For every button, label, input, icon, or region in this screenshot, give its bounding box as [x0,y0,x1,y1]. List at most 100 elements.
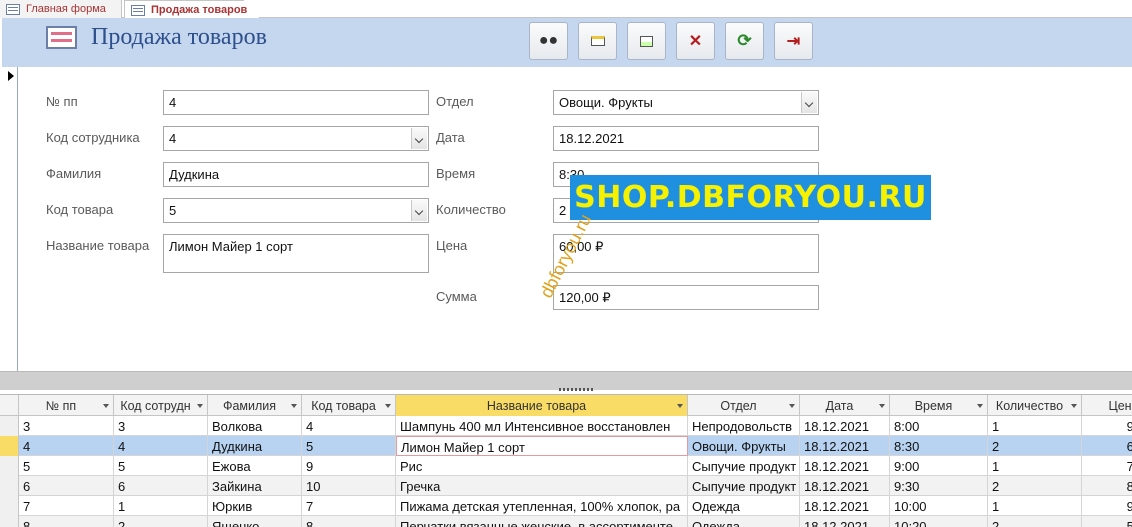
table-row[interactable]: 6 6 Зайкина 10 Гречка Сыпучие продукт 18.12.20… [0,476,1132,496]
table-cell[interactable]: 10:20 [890,516,988,527]
table-cell[interactable]: Дудкина [208,436,302,456]
table-cell[interactable]: Рис [396,456,688,476]
column-header[interactable]: Цена [1082,395,1132,416]
sort-arrow-icon[interactable] [197,404,203,408]
table-cell[interactable]: 1 [988,416,1082,436]
column-header[interactable]: Дата [800,395,890,416]
table-cell[interactable]: 2 [988,516,1082,527]
table-cell[interactable]: 6 [114,476,208,496]
sort-arrow-icon[interactable] [789,404,795,408]
table-cell[interactable]: 18.12.2021 [800,456,890,476]
sort-arrow-icon[interactable] [385,404,391,408]
table-cell[interactable]: 10:00 [890,496,988,516]
table-cell[interactable]: 10 [302,476,396,496]
date-field[interactable]: 18.12.2021 [553,126,819,151]
table-cell[interactable]: 2 [114,516,208,527]
table-row[interactable]: 5 5 Ежова 9 Рис Сыпучие продукт 18.12.2021 9:00… [0,456,1132,476]
sort-arrow-icon[interactable] [103,404,109,408]
table-cell[interactable]: 4 [302,416,396,436]
table-cell[interactable]: 1 [988,496,1082,516]
table-cell[interactable]: 8 [19,516,114,527]
row-selector[interactable] [0,436,19,456]
row-selector[interactable] [0,456,19,476]
table-row[interactable]: 3 3 Волкова 4 Шампунь 400 мл Интенсивное вос… [0,416,1132,436]
table-cell[interactable]: 18.12.2021 [800,516,890,527]
table-cell[interactable]: Сыпучие продукт [688,456,800,476]
column-header[interactable]: Фамилия [208,395,302,416]
table-cell[interactable]: 6 [19,476,114,496]
table-cell[interactable]: 18.12.2021 [800,416,890,436]
table-cell[interactable]: 90,00 ₽ [1082,496,1132,516]
table-row[interactable]: 8 2 Ященко 8 Перчатки вязанные женские, в ас… [0,516,1132,527]
splitter-grip-icon[interactable] [559,388,593,391]
column-header[interactable]: Код сотрудн [114,395,208,416]
table-cell[interactable]: 7 [302,496,396,516]
table-cell[interactable]: Перчатки вязанные женские, в ассортимент… [396,516,688,527]
table-cell[interactable]: Волкова [208,416,302,436]
record-number-field[interactable]: 4 [163,90,429,115]
table-cell[interactable]: 3 [19,416,114,436]
select-all-corner[interactable] [0,395,19,416]
sort-arrow-icon[interactable] [291,404,297,408]
sort-arrow-icon[interactable] [879,404,885,408]
table-cell[interactable]: 8:00 [890,416,988,436]
find-record-button[interactable]: ●● [529,22,568,60]
sort-arrow-icon[interactable] [977,404,983,408]
table-cell[interactable]: 8 [302,516,396,527]
table-cell[interactable]: 2 [988,436,1082,456]
table-cell[interactable]: 18.12.2021 [800,476,890,496]
table-cell[interactable]: 5 [114,456,208,476]
table-cell[interactable]: Пижама детская утепленная, 100% хлопок, … [396,496,688,516]
column-header[interactable]: Время [890,395,988,416]
delete-record-button[interactable]: ✕ [676,22,715,60]
save-record-button[interactable] [627,22,666,60]
table-cell[interactable]: Зайкина [208,476,302,496]
table-row[interactable]: 7 1 Юркив 7 Пижама детская утепленная, 100% … [0,496,1132,516]
sort-arrow-icon[interactable] [677,404,683,408]
column-header[interactable]: № пп [19,395,114,416]
table-cell[interactable]: 5 [19,456,114,476]
table-cell[interactable]: 90,00 ₽ [1082,416,1132,436]
new-record-button[interactable] [578,22,617,60]
table-cell[interactable]: 9 [302,456,396,476]
table-cell[interactable]: 4 [19,436,114,456]
price-field[interactable]: 60,00 ₽ [553,234,819,273]
refresh-button[interactable]: ⟳ [725,22,764,60]
table-cell[interactable]: 18.12.2021 [800,496,890,516]
table-cell[interactable]: 60,00 ₽ [1082,436,1132,456]
surname-field[interactable]: Дудкина [163,162,429,187]
table-cell[interactable]: 3 [114,416,208,436]
chevron-down-icon[interactable] [411,128,427,149]
department-combobox[interactable]: Овощи. Фрукты [553,90,819,115]
table-cell[interactable]: Шампунь 400 мл Интенсивное восстановлен [396,416,688,436]
table-cell[interactable]: Непродовольств [688,416,800,436]
table-cell[interactable]: 80,00 ₽ [1082,476,1132,496]
table-row[interactable]: 4 4 Дудкина 5 Лимон Майер 1 сорт Овощи. Фрукт… [0,436,1132,456]
tab-main-form[interactable]: Главная форма [0,0,122,18]
row-selector[interactable] [0,496,19,516]
table-cell[interactable]: Лимон Майер 1 сорт [396,436,688,456]
table-cell[interactable]: 4 [114,436,208,456]
split-form-divider[interactable] [0,371,1132,391]
table-cell[interactable]: 7 [19,496,114,516]
table-cell[interactable]: 1 [114,496,208,516]
chevron-down-icon[interactable] [411,200,427,221]
tab-product-sales[interactable]: Продажа товаров [124,0,260,19]
table-cell[interactable]: 18.12.2021 [800,436,890,456]
table-cell[interactable]: Сыпучие продукт [688,476,800,496]
table-cell[interactable]: 5 [302,436,396,456]
table-cell[interactable]: 9:30 [890,476,988,496]
table-cell[interactable]: 2 [988,476,1082,496]
column-header[interactable]: Название товара [396,395,688,416]
table-cell[interactable]: Овощи. Фрукты [688,436,800,456]
sum-field[interactable]: 120,00 ₽ [553,285,819,310]
column-header[interactable]: Количество [988,395,1082,416]
product-code-combobox[interactable]: 5 [163,198,429,223]
table-cell[interactable]: 1 [988,456,1082,476]
table-cell[interactable]: Юркив [208,496,302,516]
sort-arrow-icon[interactable] [1071,404,1077,408]
product-name-field[interactable]: Лимон Майер 1 сорт [163,234,429,273]
table-cell[interactable]: 70,00 ₽ [1082,456,1132,476]
row-selector[interactable] [0,476,19,496]
table-cell[interactable]: 50,00 ₽ [1082,516,1132,527]
